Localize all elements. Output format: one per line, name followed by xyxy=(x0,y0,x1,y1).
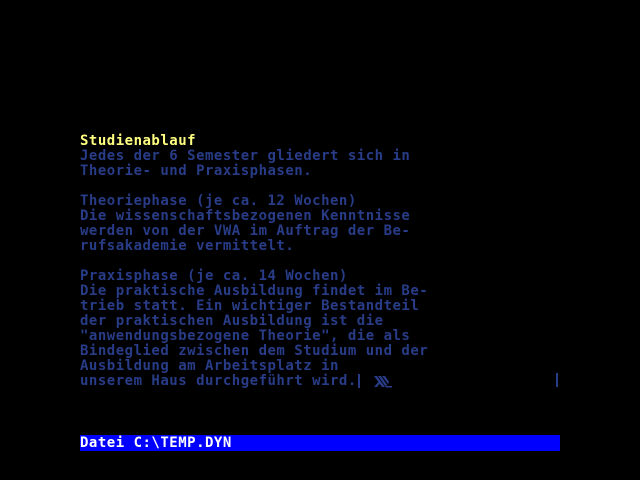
text-line: Theoriephase (je ca. 12 Wochen) xyxy=(80,193,357,209)
text-line: unserem Haus durchgeführt wird. xyxy=(80,373,357,389)
text-line: Praxisphase (je ca. 14 Wochen) xyxy=(80,268,348,284)
text-line: Die praktische Ausbildung findet im Be- xyxy=(80,283,429,299)
text-line: der praktischen Ausbildung ist die xyxy=(80,313,384,329)
vwa-logo-icon xyxy=(360,374,396,393)
text-line: rufsakademie vermittelt. xyxy=(80,238,295,254)
text-line: "anwendungsbezogene Theorie", die als xyxy=(80,328,411,344)
file-path-label: Datei C:\TEMP.DYN xyxy=(80,435,232,451)
scroll-marker xyxy=(556,373,558,387)
text-line: Theorie- und Praxisphasen. xyxy=(80,163,313,179)
text-line: Jedes der 6 Semester gliedert sich in xyxy=(80,148,411,164)
document-text: Studienablauf Jedes der 6 Semester glied… xyxy=(80,134,560,389)
text-line: Die wissenschaftsbezogenen Kenntnisse xyxy=(80,208,411,224)
dos-screen: Studienablauf Jedes der 6 Semester glied… xyxy=(0,0,640,480)
text-line: Bindeglied zwischen dem Studium und der xyxy=(80,343,429,359)
status-bar: Datei C:\TEMP.DYN xyxy=(80,435,560,451)
text-line: Ausbildung am Arbeitsplatz in xyxy=(80,358,339,374)
document-heading: Studienablauf xyxy=(80,133,197,149)
last-text-line: unserem Haus durchgeführt wird. xyxy=(80,374,560,389)
text-line: werden von der VWA im Auftrag der Be- xyxy=(80,223,411,239)
text-line: trieb statt. Ein wichtiger Bestandteil xyxy=(80,298,420,314)
